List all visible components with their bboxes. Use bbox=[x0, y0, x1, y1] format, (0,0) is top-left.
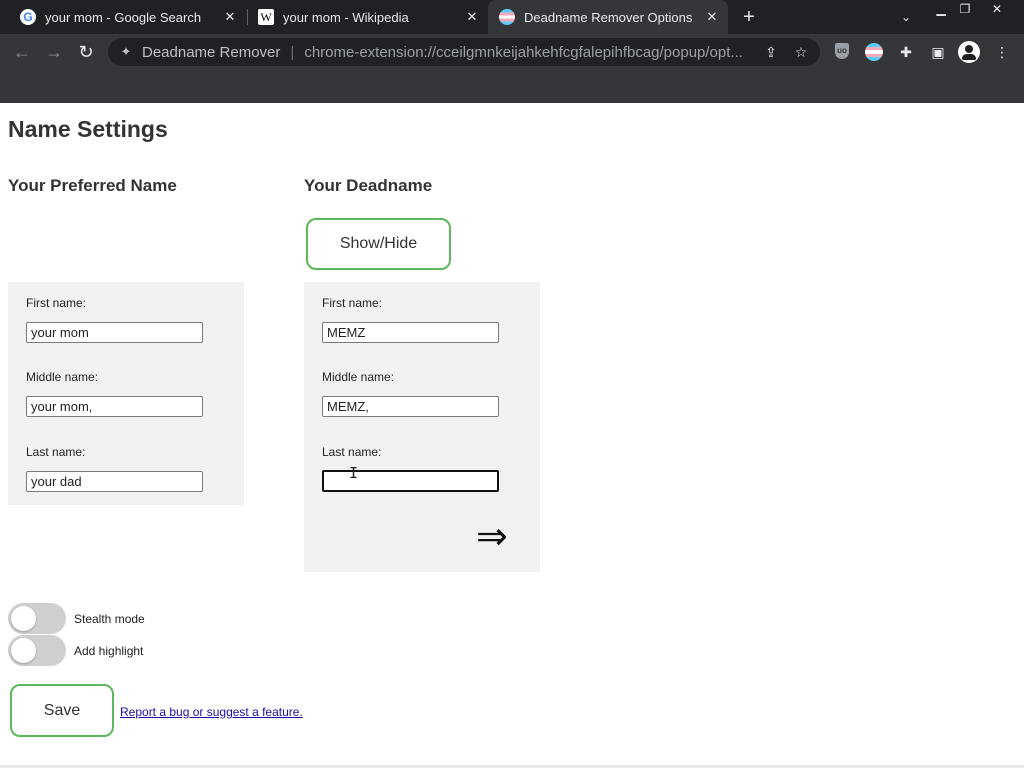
window-close-icon[interactable]: ✕ bbox=[982, 0, 1012, 18]
tab-google-search[interactable]: your mom - Google Search ✕ bbox=[0, 0, 246, 34]
wikipedia-icon bbox=[258, 9, 274, 25]
bookmark-star-icon[interactable]: ☆ bbox=[790, 44, 812, 61]
share-icon[interactable]: ⇪ bbox=[760, 44, 782, 61]
preferred-name-heading: Your Preferred Name bbox=[8, 176, 177, 195]
deadname-heading: Your Deadname bbox=[304, 176, 433, 195]
profile-avatar-icon[interactable] bbox=[958, 41, 980, 63]
deadname-panel: First name: Middle name: Last name: ⇒ bbox=[304, 282, 540, 572]
trans-flag-icon bbox=[499, 9, 515, 25]
ublock-origin-icon[interactable]: uo bbox=[835, 43, 849, 59]
new-tab-button[interactable]: + bbox=[738, 6, 760, 28]
preferred-middle-name-label: Middle name: bbox=[26, 370, 99, 384]
text-cursor-icon: I bbox=[349, 464, 359, 482]
browser-toolbar: ← → ↻ ✦ Deadname Remover | chrome-extens… bbox=[0, 34, 1024, 70]
deadname-middle-name-input[interactable] bbox=[322, 396, 499, 417]
stealth-mode-label: Stealth mode bbox=[74, 612, 145, 626]
tab-title: your mom - Wikipedia bbox=[283, 9, 409, 25]
report-bug-link[interactable]: Report a bug or suggest a feature. bbox=[120, 705, 303, 719]
close-icon[interactable]: ✕ bbox=[704, 9, 720, 25]
deadname-last-name-label: Last name: bbox=[322, 445, 382, 459]
deadname-first-name-input[interactable] bbox=[322, 322, 499, 343]
site-name: Deadname Remover bbox=[142, 43, 281, 61]
tab-title: Deadname Remover Options bbox=[524, 9, 693, 25]
omnibox-separator: | bbox=[290, 43, 295, 61]
save-button[interactable]: Save bbox=[10, 684, 114, 737]
tab-title: your mom - Google Search bbox=[45, 9, 202, 25]
add-highlight-toggle[interactable] bbox=[8, 635, 66, 666]
toggle-knob bbox=[11, 638, 36, 663]
tab-deadname-remover-options[interactable]: Deadname Remover Options ✕ bbox=[488, 0, 728, 34]
tab-wikipedia[interactable]: your mom - Wikipedia ✕ bbox=[238, 0, 488, 34]
deadname-middle-name-label: Middle name: bbox=[322, 370, 395, 384]
browser-top-bar bbox=[0, 70, 1024, 103]
preferred-last-name-input[interactable] bbox=[26, 471, 203, 492]
restore-icon[interactable]: ❐ bbox=[950, 0, 980, 18]
preferred-first-name-input[interactable] bbox=[26, 322, 203, 343]
preferred-middle-name-input[interactable] bbox=[26, 396, 203, 417]
forward-arrow-icon[interactable]: → bbox=[41, 39, 67, 65]
options-page: Name Settings Your Preferred Name Your D… bbox=[0, 103, 1024, 768]
reload-icon[interactable]: ↻ bbox=[73, 39, 99, 65]
side-panel-icon[interactable]: ▣ bbox=[929, 43, 947, 61]
menu-kebab-icon[interactable]: ⋮ bbox=[993, 43, 1011, 61]
preferred-last-name-label: Last name: bbox=[26, 445, 86, 459]
next-arrow-icon[interactable]: ⇒ bbox=[476, 518, 508, 556]
extension-puzzle-icon: ✦ bbox=[120, 44, 132, 59]
preferred-name-panel: First name: Middle name: Last name: bbox=[8, 282, 244, 505]
tab-strip: your mom - Google Search ✕ your mom - Wi… bbox=[0, 0, 1024, 34]
stealth-mode-toggle[interactable] bbox=[8, 603, 66, 634]
preferred-first-name-label: First name: bbox=[26, 296, 87, 310]
google-icon bbox=[20, 9, 36, 25]
deadname-first-name-label: First name: bbox=[322, 296, 383, 310]
add-highlight-label: Add highlight bbox=[74, 644, 144, 658]
address-bar[interactable]: ✦ Deadname Remover | chrome-extension://… bbox=[108, 38, 820, 66]
back-arrow-icon[interactable]: ← bbox=[9, 39, 35, 65]
close-icon[interactable]: ✕ bbox=[464, 9, 480, 25]
close-icon[interactable]: ✕ bbox=[222, 9, 238, 25]
page-title: Name Settings bbox=[8, 116, 168, 142]
toggle-knob bbox=[11, 606, 36, 631]
extensions-puzzle-icon[interactable]: ✚ bbox=[897, 43, 915, 61]
deadname-remover-extension-icon[interactable] bbox=[865, 43, 883, 61]
tab-search-chevron-icon[interactable]: ⌄ bbox=[896, 7, 916, 27]
show-hide-button[interactable]: Show/Hide bbox=[306, 218, 451, 270]
url-text[interactable]: chrome-extension://cceilgmnkeijahkehfcgf… bbox=[304, 44, 760, 61]
